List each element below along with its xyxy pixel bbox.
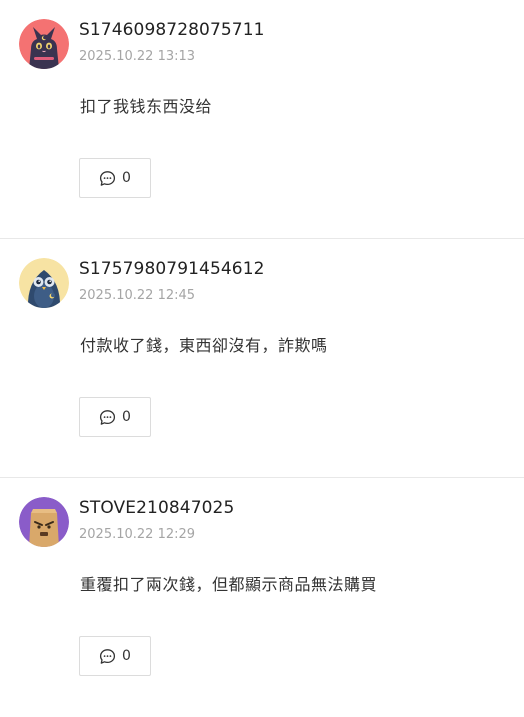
comment-item: S1757980791454612 2025.10.22 12:45 付款收了錢… — [0, 239, 524, 478]
reply-count: 0 — [122, 648, 131, 664]
comment-text: 重覆扣了兩次錢，但都顯示商品無法購買 — [80, 575, 378, 594]
avatar[interactable] — [19, 258, 69, 308]
avatar[interactable] — [19, 497, 69, 547]
reply-button[interactable]: 0 — [79, 636, 151, 676]
timestamp: 2025.10.22 12:45 — [79, 288, 196, 303]
reply-count: 0 — [122, 409, 131, 425]
speech-bubble-icon — [99, 170, 116, 187]
black-cat-avatar-icon — [19, 19, 69, 69]
comment-text: 付款收了錢，東西卻沒有，詐欺嗎 — [80, 336, 328, 355]
avatar[interactable] — [19, 19, 69, 69]
comment-item: S1746098728075711 2025.10.22 13:13 扣了我钱东… — [0, 0, 524, 239]
penguin-avatar-icon — [19, 258, 69, 308]
timestamp: 2025.10.22 12:29 — [79, 527, 196, 542]
speech-bubble-icon — [99, 648, 116, 665]
comment-text: 扣了我钱东西没给 — [80, 97, 213, 116]
username[interactable]: S1757980791454612 — [79, 259, 265, 279]
timestamp: 2025.10.22 13:13 — [79, 49, 196, 64]
username[interactable]: STOVE210847025 — [79, 498, 234, 518]
reply-button[interactable]: 0 — [79, 397, 151, 437]
username[interactable]: S1746098728075711 — [79, 20, 265, 40]
reply-button[interactable]: 0 — [79, 158, 151, 198]
comment-feed: S1746098728075711 2025.10.22 13:13 扣了我钱东… — [0, 0, 524, 717]
speech-bubble-icon — [99, 409, 116, 426]
reply-count: 0 — [122, 170, 131, 186]
angry-box-avatar-icon — [19, 497, 69, 547]
comment-item: STOVE210847025 2025.10.22 12:29 重覆扣了兩次錢，… — [0, 478, 524, 717]
